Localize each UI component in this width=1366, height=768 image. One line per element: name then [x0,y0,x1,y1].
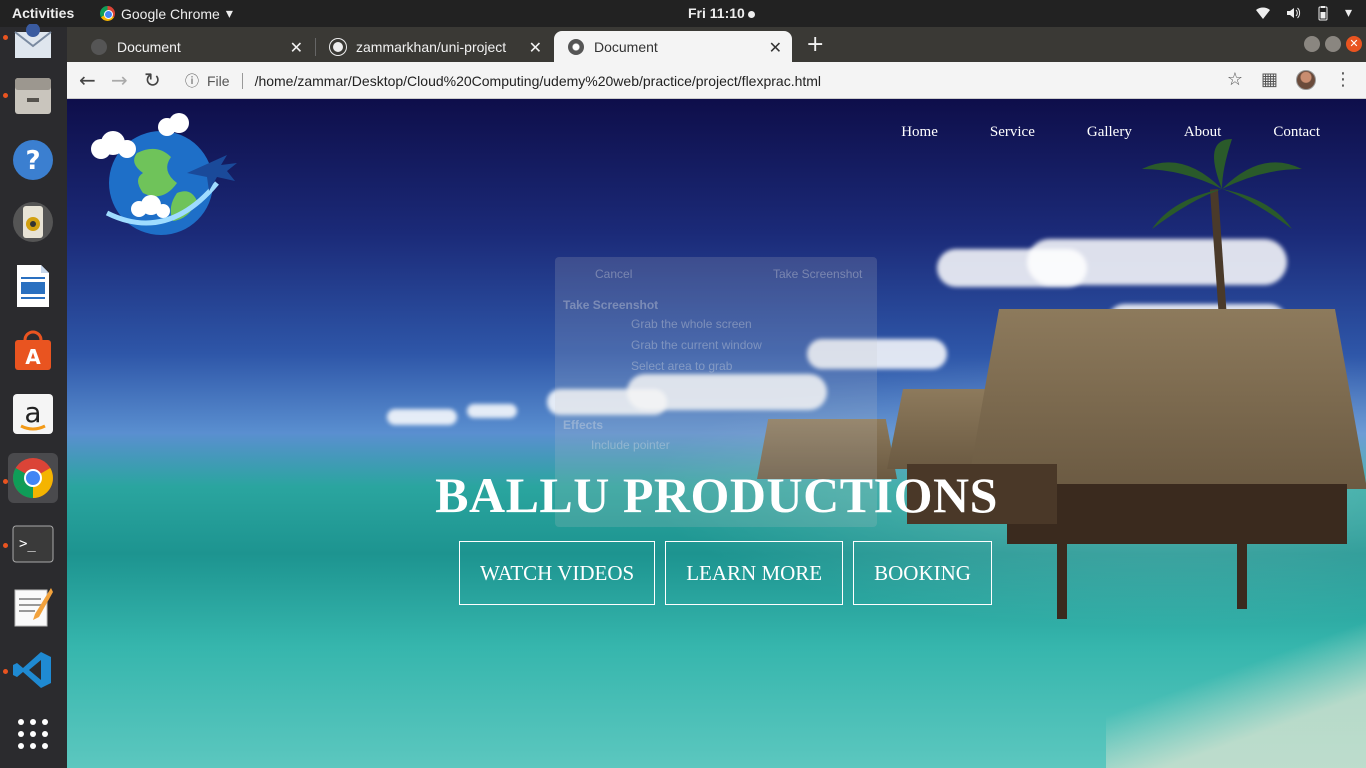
app-menu-label: Google Chrome [121,5,220,22]
avatar[interactable] [1296,69,1316,90]
files-icon[interactable] [8,71,58,121]
globe-icon [568,38,584,55]
tab-title: Document [117,38,181,55]
back-arrow-icon[interactable]: ← [79,68,96,92]
url-scheme-label: File [207,73,230,89]
site-nav: Home Service Gallery About Contact [901,124,1320,141]
amazon-icon[interactable]: a [8,389,58,439]
terminal-icon[interactable]: >_ [8,519,58,569]
chrome-icon[interactable] [8,453,58,503]
clock-label: Fri 11:10 [688,5,745,21]
maximize-button[interactable] [1325,36,1341,52]
chevron-down-icon: ▾ [1344,4,1352,20]
system-tray[interactable]: ▾ [1255,4,1352,21]
ghost-take: Take Screenshot [773,267,863,281]
tab-title: zammarkhan/uni-project [356,38,507,55]
minimize-button[interactable] [1304,36,1320,52]
ghost-option: Grab the current window [631,338,762,352]
page-viewport: Cancel Take Screenshot Take Screenshot G… [67,99,1366,768]
clock[interactable]: Fri 11:10 [688,5,755,21]
tab-title: Document [594,38,658,55]
site-logo[interactable] [87,113,241,237]
wifi-icon [1255,6,1270,19]
tab-document-active[interactable]: Document ✕ [554,31,792,62]
writer-icon[interactable] [8,261,58,311]
palm-leaves [1142,139,1302,229]
close-icon[interactable]: ✕ [529,38,542,58]
svg-text:?: ? [25,146,40,176]
cloud [387,409,457,425]
close-icon[interactable]: ✕ [290,38,303,58]
cloud [467,404,517,418]
globe-icon [91,38,107,55]
info-icon: ⓘ [185,73,199,89]
hut-roof [967,309,1366,489]
omnibox[interactable]: ⓘ File /home/zammar/Desktop/Cloud%20Comp… [185,71,821,91]
address-bar-row: ← → ↻ ⓘ File /home/zammar/Desktop/Cloud%… [67,62,1366,99]
hut-stilt [1057,539,1067,619]
rhythmbox-icon[interactable] [8,197,58,247]
ghost-option: Select area to grab [631,359,733,373]
sand [1106,618,1366,768]
nav-about[interactable]: About [1184,124,1222,141]
nav-contact[interactable]: Contact [1273,124,1320,141]
thunderbird-icon[interactable] [8,19,58,69]
star-icon[interactable]: ☆ [1227,69,1243,90]
nav-gallery[interactable]: Gallery [1087,124,1132,141]
show-apps-icon[interactable] [8,709,58,759]
close-window-button[interactable]: ✕ [1346,36,1362,52]
nav-home[interactable]: Home [901,124,938,141]
system-top-bar: Activities Google Chrome ▾ Fri 11:10 ▾ [0,0,1366,27]
cloud [1027,239,1287,285]
hero-title: BALLU PRODUCTIONS [435,467,998,523]
hut-stilt [1237,539,1247,609]
chrome-icon [100,6,115,21]
watch-videos-button[interactable]: WATCH VIDEOS [459,541,656,605]
browser-tab-strip: Document ✕ zammarkhan/uni-project ✕ Docu… [67,27,1366,62]
hero-buttons: WATCH VIDEOS LEARN MORE BOOKING [459,541,992,605]
chevron-down-icon: ▾ [225,5,233,21]
nav-service[interactable]: Service [990,124,1035,141]
more-menu-icon[interactable]: ⋮ [1334,69,1352,90]
ghost-effects: Effects [563,418,604,432]
ghost-option: Grab the whole screen [631,317,752,331]
battery-icon [1318,5,1328,20]
booking-button[interactable]: BOOKING [853,541,992,605]
svg-text:a: a [24,396,41,429]
divider [241,73,243,89]
ghost-heading: Take Screenshot [563,298,659,312]
text-editor-icon[interactable] [8,581,58,631]
new-tab-button[interactable]: + [806,32,824,57]
app-menu[interactable]: Google Chrome ▾ [100,5,233,22]
github-icon [330,38,346,55]
forward-arrow-icon[interactable]: → [111,68,128,92]
notification-dot [747,10,755,18]
toolbar-actions: ☆ ▦ ⋮ [1227,69,1352,90]
close-icon[interactable]: ✕ [769,38,782,58]
svg-text:>_: >_ [19,536,36,552]
url-text[interactable]: /home/zammar/Desktop/Cloud%20Computing/u… [255,73,821,89]
reload-icon[interactable]: ↻ [144,68,161,92]
vscode-icon[interactable] [8,645,58,695]
help-icon[interactable]: ? [8,135,58,185]
tab-github[interactable]: zammarkhan/uni-project ✕ [316,31,552,62]
volume-icon [1286,7,1301,18]
ghost-cancel: Cancel [595,267,633,281]
ghost-pointer: Include pointer [591,438,670,452]
dock: ? A a >_ [0,24,67,768]
extension-icon[interactable]: ▦ [1261,69,1278,90]
tab-document-1[interactable]: Document ✕ [77,31,313,62]
learn-more-button[interactable]: LEARN MORE [665,541,844,605]
software-center-icon[interactable]: A [8,325,58,375]
svg-text:A: A [25,345,41,369]
